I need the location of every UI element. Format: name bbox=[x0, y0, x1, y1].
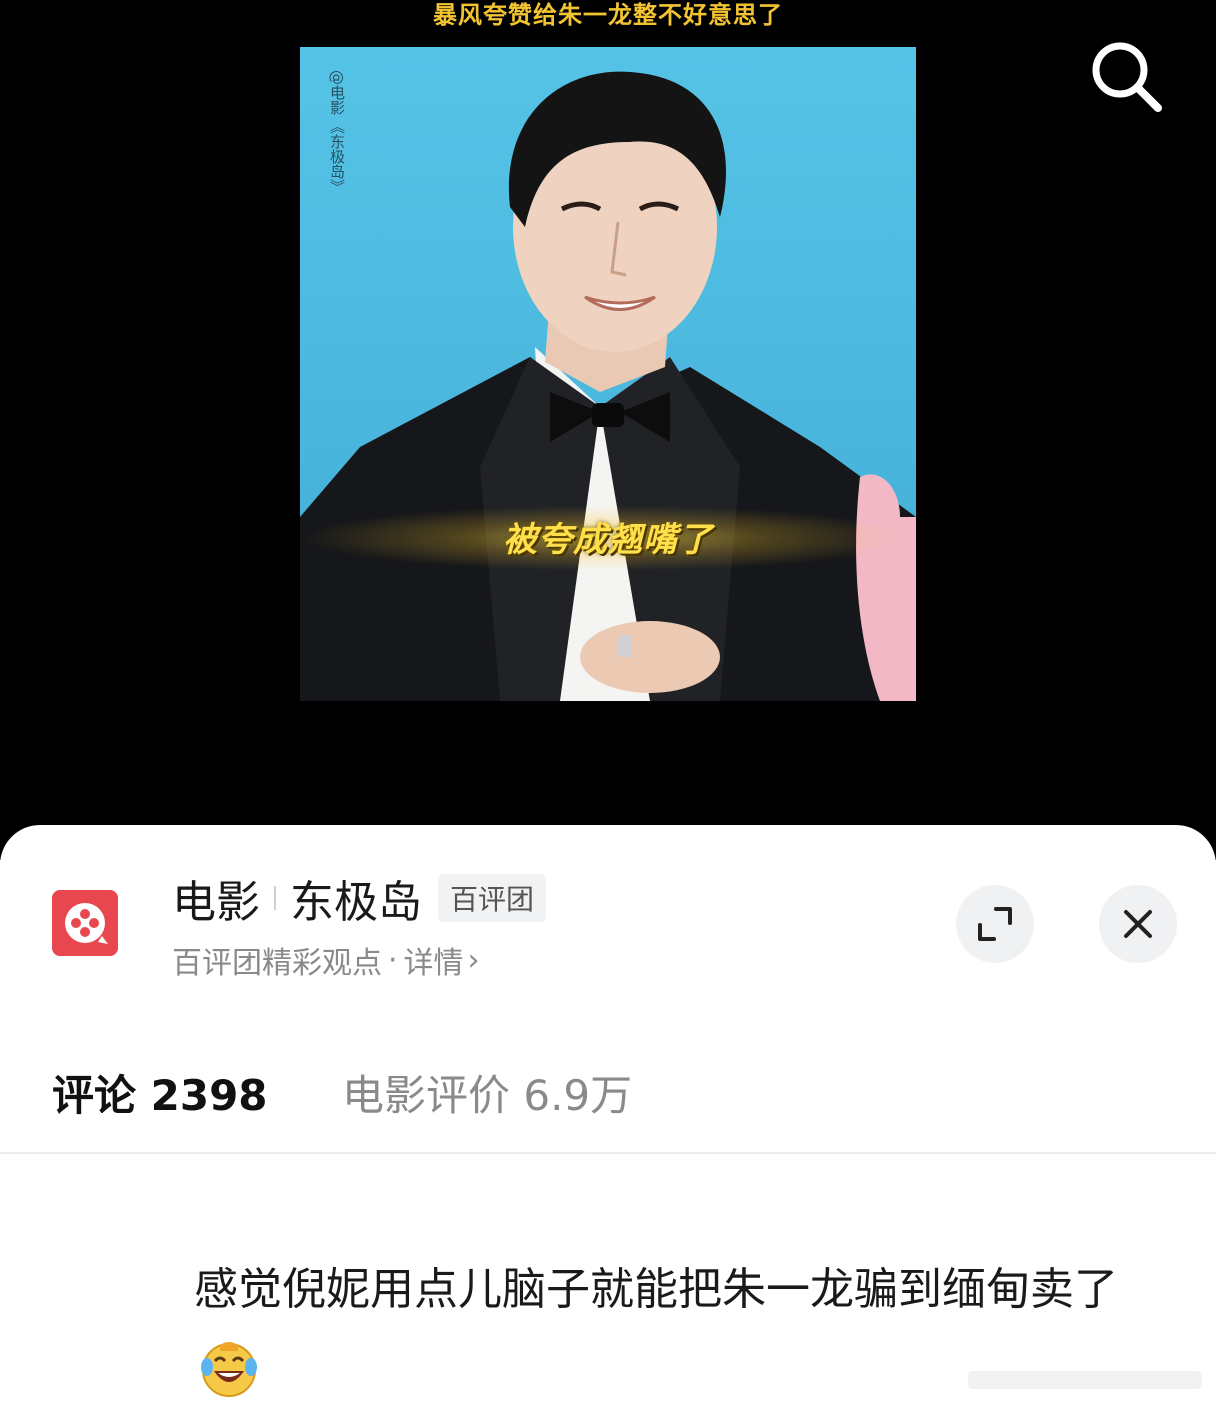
watermark-line-1: @电影 bbox=[328, 70, 346, 115]
subtitle-text: 百评团精彩观点 bbox=[172, 946, 382, 981]
title-separator bbox=[274, 886, 276, 910]
comment-body: 感觉倪妮用点儿脑子就能把朱一龙骗到缅甸卖了 bbox=[194, 1264, 1118, 1315]
watermark-line-2: 《东极岛》 bbox=[328, 119, 346, 194]
details-link[interactable]: 详情 bbox=[404, 938, 464, 982]
watermark-logo bbox=[968, 1371, 1202, 1389]
expand-button[interactable] bbox=[956, 885, 1034, 963]
title-category: 电影 bbox=[172, 877, 260, 928]
search-button[interactable] bbox=[1086, 36, 1166, 116]
tabs-divider bbox=[0, 1152, 1216, 1154]
laughing-crying-emoji-icon bbox=[201, 1342, 257, 1397]
video-watermark: @电影 《东极岛》 bbox=[328, 70, 354, 194]
video-player[interactable]: 暴风夸赞给朱一龙整不好意思了 @电影 《东极岛》 被夸成翘嘴了 bbox=[0, 0, 1216, 860]
subtitle-dot: · bbox=[388, 942, 398, 978]
chevron-right-icon: › bbox=[467, 942, 480, 978]
movie-app-icon[interactable] bbox=[52, 890, 118, 956]
tab-movie-rating[interactable]: 电影评价 6.9万 bbox=[342, 1062, 632, 1123]
film-reel-icon bbox=[65, 903, 108, 944]
person-illustration bbox=[300, 71, 916, 701]
search-icon bbox=[1092, 42, 1162, 112]
video-frame[interactable] bbox=[300, 47, 916, 701]
close-icon bbox=[1124, 910, 1152, 938]
movie-title[interactable]: 电影 东极岛 百评团 bbox=[172, 868, 547, 928]
sheet-subtitle: 百评团精彩观点 · 详情 › bbox=[172, 938, 480, 982]
expand-icon bbox=[978, 907, 1012, 941]
video-top-caption: 暴风夸赞给朱一龙整不好意思了 bbox=[433, 1, 783, 29]
close-button[interactable] bbox=[1099, 885, 1177, 963]
title-movie-name: 东极岛 bbox=[290, 877, 422, 928]
review-team-badge: 百评团 bbox=[438, 874, 547, 922]
tab-comments[interactable]: 评论 2398 bbox=[52, 1062, 268, 1123]
video-subtitle: 被夸成翘嘴了 bbox=[503, 520, 713, 560]
